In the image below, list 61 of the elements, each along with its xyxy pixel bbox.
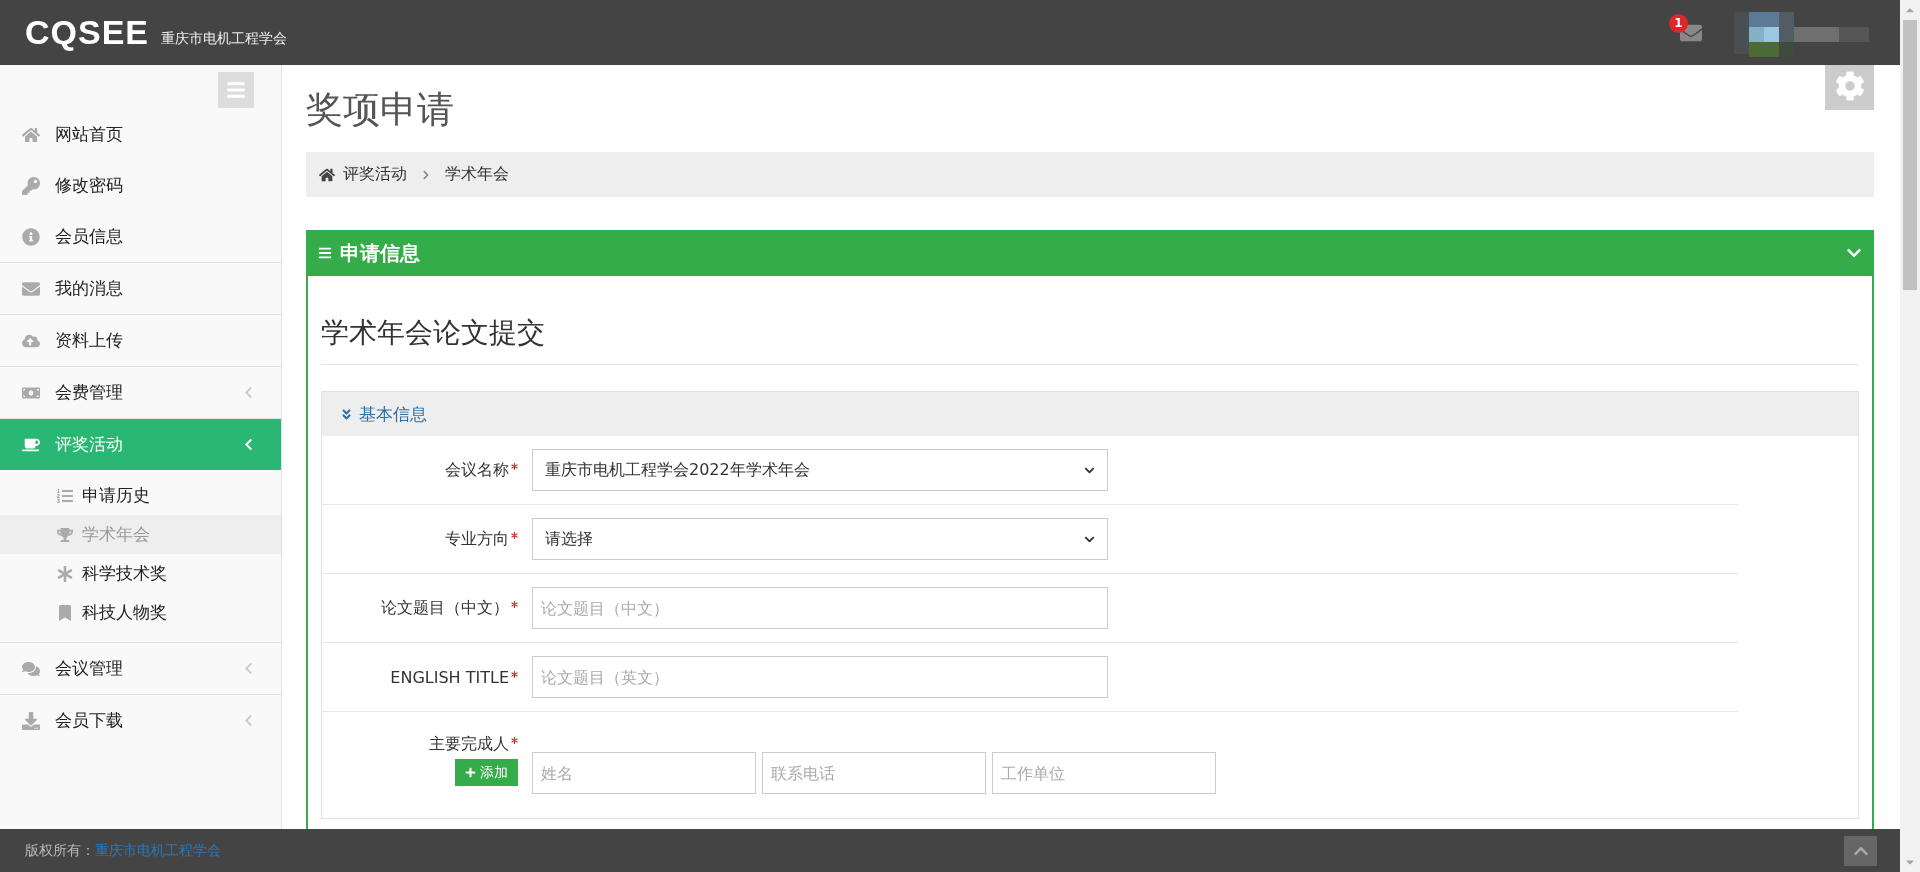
field-label: 主要完成人: [429, 734, 518, 755]
sidebar-item[interactable]: 会费管理: [0, 367, 281, 418]
house-icon: [319, 166, 335, 183]
field-label: ENGLISH TITLE: [322, 667, 532, 687]
info-icon: [22, 227, 40, 246]
settings-button[interactable]: [1825, 65, 1874, 110]
scrollbar-thumb[interactable]: [1903, 20, 1917, 290]
submenu-item[interactable]: 科学技术奖: [0, 554, 281, 593]
sidebar-item[interactable]: 修改密码: [0, 160, 281, 211]
download-icon: [22, 711, 40, 730]
chat-bubbles-icon: [22, 659, 40, 678]
required-icon: [511, 531, 518, 539]
sidebar-item[interactable]: 网站首页: [0, 109, 281, 160]
menu-icon: [226, 80, 246, 100]
sidebar-item[interactable]: 资料上传: [0, 315, 281, 366]
key-icon: [22, 176, 40, 195]
double-chevron-icon: [340, 407, 353, 421]
required-icon: [511, 670, 518, 678]
chevron-icon: [421, 169, 431, 180]
envelope-icon: [22, 279, 40, 298]
message-count-badge: 1: [1669, 13, 1688, 33]
section-title: 基本信息: [359, 402, 427, 426]
input-field[interactable]: 论文题目（英文）: [532, 656, 1108, 698]
org-name: 重庆市电机工程学会: [161, 29, 288, 48]
submenu-item[interactable]: 科技人物奖: [0, 593, 281, 632]
submenu-item[interactable]: 申请历史: [0, 476, 281, 515]
input-field[interactable]: 姓名: [532, 752, 756, 794]
breadcrumb-item: 学术年会: [445, 164, 509, 185]
input-field[interactable]: 论文题目（中文）: [532, 587, 1108, 629]
panel-title: 申请信息: [340, 239, 420, 267]
sidebar-item[interactable]: 我的消息: [0, 263, 281, 314]
menu-toggle-button[interactable]: [218, 72, 254, 108]
field-label: 专业方向: [322, 528, 532, 550]
input-field[interactable]: 联系电话: [762, 752, 986, 794]
required-icon: [511, 737, 518, 744]
sidebar-item[interactable]: 会议管理: [0, 643, 281, 694]
scrollbar[interactable]: [1900, 0, 1920, 872]
form-title: 学术年会论文提交: [321, 276, 1859, 365]
page-title: 奖项申请: [306, 87, 454, 130]
bookmark-icon: [57, 604, 73, 621]
asterisk-icon: [57, 565, 73, 582]
field-label: 会议名称: [322, 459, 532, 481]
trophy-icon: [57, 526, 73, 543]
numbered-list-icon: [57, 487, 73, 504]
logo[interactable]: CQSEE: [25, 13, 150, 52]
sidebar-item[interactable]: 会员下载: [0, 695, 281, 746]
sidebar-item[interactable]: 会员信息: [0, 211, 281, 262]
required-icon: [511, 600, 518, 608]
settings-icon: [1834, 71, 1865, 101]
house-icon: [22, 125, 40, 144]
select-field[interactable]: 请选择: [532, 518, 1108, 560]
back-to-top-button[interactable]: [1844, 835, 1877, 866]
copyright-label: 版权所有：: [25, 841, 95, 860]
breadcrumb-item[interactable]: 评奖活动: [343, 164, 407, 185]
plus-icon: [465, 767, 476, 778]
section-header[interactable]: 基本信息: [322, 392, 1858, 436]
required-icon: [511, 462, 518, 470]
select-field[interactable]: 重庆市电机工程学会2022年学术年会: [532, 449, 1108, 491]
menu-icon: [318, 246, 332, 260]
input-field[interactable]: 工作单位: [992, 752, 1216, 794]
field-label: 论文题目（中文）: [322, 597, 532, 619]
